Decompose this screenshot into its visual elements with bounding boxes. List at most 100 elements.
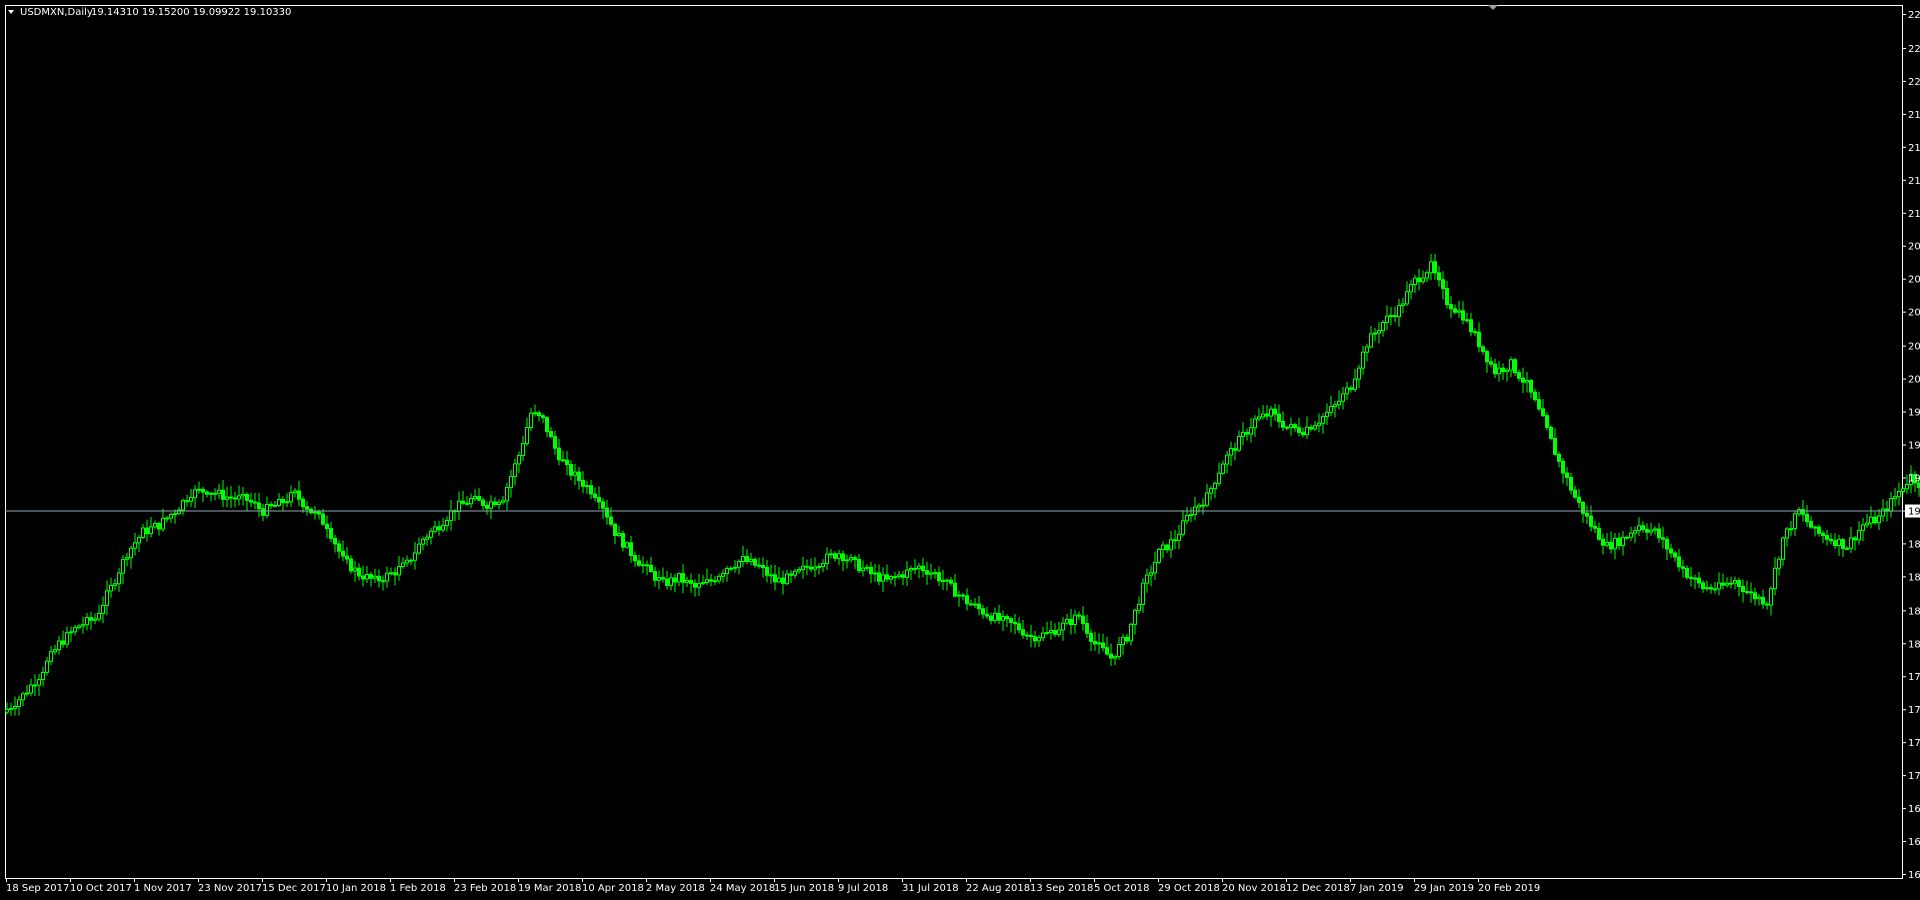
candle-body — [1005, 616, 1009, 620]
candle-body — [653, 571, 657, 581]
candle-body — [577, 471, 581, 481]
candle-body — [533, 412, 537, 415]
x-tick-label: 12 Dec 2018 — [1286, 883, 1350, 894]
candle-body — [317, 511, 321, 515]
candle-body — [1849, 537, 1853, 549]
candle-body — [953, 582, 957, 597]
candle-body — [1033, 636, 1037, 642]
x-tick-label: 18 Sep 2017 — [6, 883, 69, 894]
candle-body — [1049, 630, 1053, 634]
candle-body — [1681, 566, 1685, 569]
candle-body — [201, 488, 205, 493]
triangle-down-icon[interactable] — [1488, 5, 1498, 10]
candle-body — [1669, 548, 1673, 554]
candle-body — [853, 557, 857, 560]
candle-body — [157, 522, 161, 530]
y-tick-label: 20.04775 — [1908, 375, 1920, 386]
candle-body — [1397, 304, 1401, 318]
candle-body — [1113, 656, 1117, 659]
candle-body — [669, 577, 673, 586]
candle-body — [1257, 416, 1261, 420]
candle-body — [1905, 483, 1909, 490]
candle-body — [1177, 533, 1181, 541]
y-tick-label: 17.20920 — [1908, 771, 1920, 782]
candle-body — [1333, 404, 1337, 407]
x-tick-label: 13 Sep 2018 — [1030, 883, 1093, 894]
candle-body — [785, 573, 789, 584]
triangle-down-icon[interactable] — [8, 10, 14, 14]
candle-body — [1561, 460, 1565, 474]
y-tick-label: 22.65750 — [1908, 10, 1920, 21]
candle-body — [209, 492, 213, 495]
candle-body — [381, 580, 385, 583]
candle-body — [857, 558, 861, 572]
candle-body — [817, 565, 821, 568]
candle-body — [821, 563, 825, 567]
candle-body — [1201, 504, 1205, 507]
candle-body — [657, 577, 661, 581]
candle-body — [621, 533, 625, 548]
candle-body — [281, 498, 285, 504]
candle-body — [1461, 310, 1465, 321]
candle-body — [437, 526, 441, 531]
candle-body — [349, 558, 353, 572]
candle-body — [1309, 426, 1313, 430]
candle-body — [917, 565, 921, 570]
candle-body — [829, 553, 833, 556]
candle-body — [1853, 537, 1857, 541]
candle-body — [1401, 303, 1405, 306]
candle-body — [1273, 408, 1277, 415]
candle-body — [913, 567, 917, 570]
candle-body — [977, 603, 981, 610]
candle-body — [1901, 488, 1905, 493]
candle-body — [1249, 427, 1253, 435]
candle-body — [1585, 512, 1589, 517]
candlestick-chart[interactable]: 19.10330 22.65750 22.41440 22.17845 21.9425… — [0, 0, 1920, 900]
candle-body — [549, 431, 553, 438]
candle-body — [1777, 558, 1781, 569]
candle-body — [965, 595, 969, 605]
candle-body — [265, 503, 269, 516]
candle-body — [1545, 415, 1549, 428]
chart-window[interactable]: 19.10330 22.65750 22.41440 22.17845 21.9425… — [0, 0, 1920, 900]
candle-body — [61, 640, 65, 645]
candle-body — [737, 561, 741, 568]
candle-body — [1453, 308, 1457, 313]
candle-body — [945, 579, 949, 582]
candle-body — [701, 581, 705, 585]
candle-body — [69, 631, 73, 634]
candle-body — [893, 576, 897, 579]
candle-body — [1317, 422, 1321, 427]
candle-body — [1877, 515, 1881, 524]
candle-body — [1485, 350, 1489, 363]
candle-body — [1405, 291, 1409, 305]
candle-body — [457, 500, 461, 512]
candle-body — [1701, 582, 1705, 590]
candle-body — [633, 555, 637, 562]
candle-body — [1145, 574, 1149, 584]
candle-body — [293, 490, 297, 494]
candle-body — [1801, 509, 1805, 515]
candle-body — [1893, 496, 1897, 500]
candle-body — [861, 567, 865, 572]
y-tick-label: 17.68110 — [1908, 705, 1920, 716]
candle-body — [325, 523, 329, 530]
candle-body — [289, 492, 293, 503]
candle-body — [1449, 303, 1453, 310]
candle-body — [1465, 319, 1469, 322]
candle-body — [385, 572, 389, 582]
candle-body — [1421, 277, 1425, 283]
candle-body — [417, 543, 421, 554]
candle-body — [1245, 431, 1249, 435]
candle-body — [57, 640, 61, 651]
candle-body — [181, 500, 185, 511]
candle-body — [801, 565, 805, 571]
candle-body — [1889, 498, 1893, 512]
candle-body — [93, 618, 97, 621]
symbol-label: USDMXN,Daily — [20, 7, 93, 18]
candle-body — [1773, 567, 1777, 590]
candle-body — [837, 553, 841, 559]
candle-body — [165, 517, 169, 520]
candle-body — [1341, 393, 1345, 402]
candle-body — [709, 579, 713, 582]
